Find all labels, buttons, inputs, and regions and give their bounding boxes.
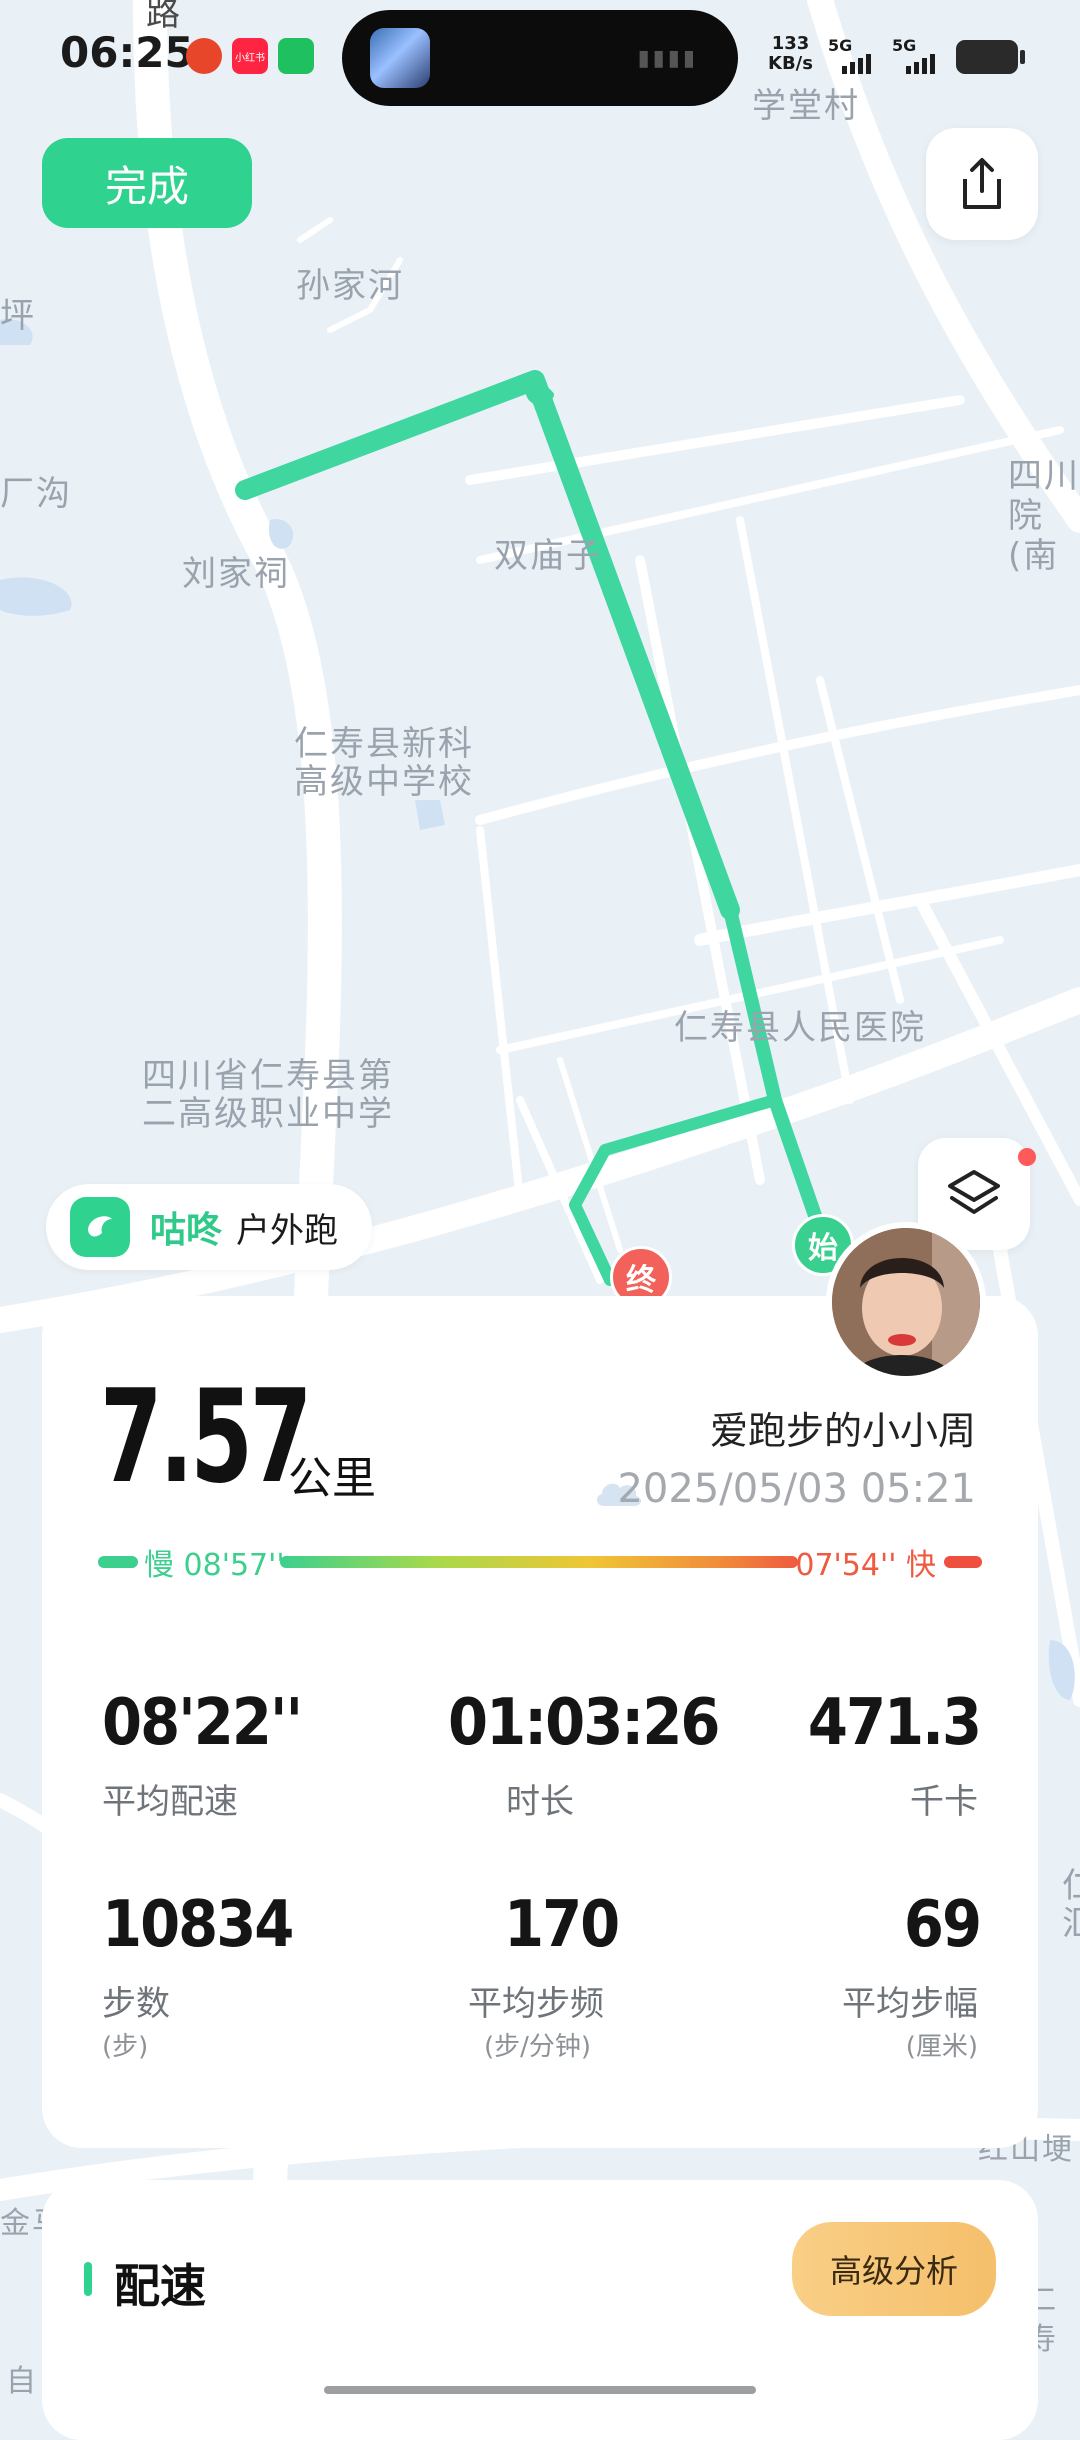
xiaohongshu-label: 小红书 <box>235 52 265 64</box>
map-label: 自 <box>6 2364 38 2399</box>
map-label: 院(南 <box>1008 496 1060 576</box>
section-accent-bar <box>84 2262 92 2296</box>
map-label: 四川省仁寿县第 <box>142 1056 394 1096</box>
steps-unit: (步) <box>102 2032 149 2062</box>
map-label: 学堂村 <box>752 86 860 126</box>
map-label: 刘家祠 <box>182 554 290 594</box>
duration-value: 01:03:26 <box>448 1686 720 1760</box>
map-label: 仁寿县人民医院 <box>674 1008 926 1048</box>
brand-badge: 咕咚 户外跑 <box>46 1184 372 1270</box>
activity-datetime: 2025/05/03 05:21 <box>617 1466 976 1512</box>
pace-section-title: 配速 <box>114 2259 206 2313</box>
done-button[interactable]: 完成 <box>42 138 252 228</box>
map-label: 二高级职业中学 <box>142 1094 394 1134</box>
map-label: 厂沟 <box>0 474 72 514</box>
share-button[interactable] <box>926 128 1038 240</box>
map-label: 仁寿县新科 <box>294 724 474 764</box>
audio-wave-icon: ▮▮▮▮ <box>637 46 698 71</box>
pace-fast-label: 07'54'' 快 <box>795 1548 936 1583</box>
username: 爱跑步的小小周 <box>709 1409 976 1453</box>
stride-label: 平均步幅 <box>842 1984 978 2024</box>
advanced-analysis-button[interactable]: 高级分析 <box>792 2222 996 2316</box>
cadence-label: 平均步频 <box>468 1984 604 2024</box>
net-speed-value: 133 <box>771 33 810 54</box>
music-cover-icon <box>370 28 430 88</box>
status-time: 06:25 <box>60 28 194 77</box>
cadence-unit: (步/分钟) <box>484 2032 592 2062</box>
stride-value: 69 <box>903 1888 982 1962</box>
map-label: 汇 <box>1062 1904 1080 1944</box>
duration-label: 时长 <box>506 1782 574 1822</box>
avg-pace-value: 08'22'' <box>102 1686 303 1760</box>
pace-range-bar: 慢 08'57'' 07'54'' 快 <box>98 1540 982 1583</box>
dynamic-island[interactable]: ▮▮▮▮ <box>342 10 738 106</box>
pace-slow-label: 慢 08'57'' <box>144 1548 285 1583</box>
codoon-logo-icon <box>70 1197 130 1257</box>
calories-label: 千卡 <box>910 1782 978 1822</box>
map-label: 双庙子 <box>494 536 602 576</box>
xiaohongshu-icon: 小红书 <box>232 38 268 74</box>
battery-icon <box>956 40 1018 74</box>
signal-icon <box>842 54 871 74</box>
layers-icon <box>948 1170 1000 1214</box>
sim2-type: 5G <box>892 36 917 55</box>
notification-app-icon <box>186 38 222 74</box>
cadence-value: 170 <box>504 1888 620 1962</box>
share-icon <box>963 158 1001 209</box>
signal-icon <box>906 54 935 74</box>
net-speed: 133 KB/s <box>768 34 813 74</box>
map-label: 仁 <box>1062 1866 1080 1906</box>
pace-slow-cap <box>98 1556 138 1568</box>
distance-value: 7.57 <box>100 1363 312 1512</box>
steps-value: 10834 <box>102 1888 294 1962</box>
stride-unit: (厘米) <box>905 2032 978 2062</box>
net-speed-unit: KB/s <box>768 53 813 74</box>
battery-cap <box>1020 50 1025 64</box>
map-label: 孙家河 <box>296 266 404 306</box>
map-label: 四川 <box>1008 456 1080 496</box>
brand-name: 咕咚 <box>150 1210 223 1251</box>
avatar[interactable] <box>826 1222 986 1382</box>
steps-label: 步数 <box>102 1984 170 2024</box>
pace-fast-cap <box>944 1556 982 1568</box>
pace-gradient-track <box>280 1556 798 1568</box>
map-label: 高级中学校 <box>294 762 474 802</box>
calories-value: 471.3 <box>807 1686 982 1760</box>
avg-pace-label: 平均配速 <box>102 1782 238 1822</box>
home-indicator[interactable] <box>324 2386 756 2394</box>
map-label: 坪 <box>0 296 36 336</box>
notification-dot <box>1018 1148 1036 1166</box>
wechat-icon <box>278 38 314 74</box>
distance-unit: 公里 <box>288 1453 376 1504</box>
activity-type: 户外跑 <box>236 1210 339 1251</box>
sim1-type: 5G <box>828 36 853 55</box>
